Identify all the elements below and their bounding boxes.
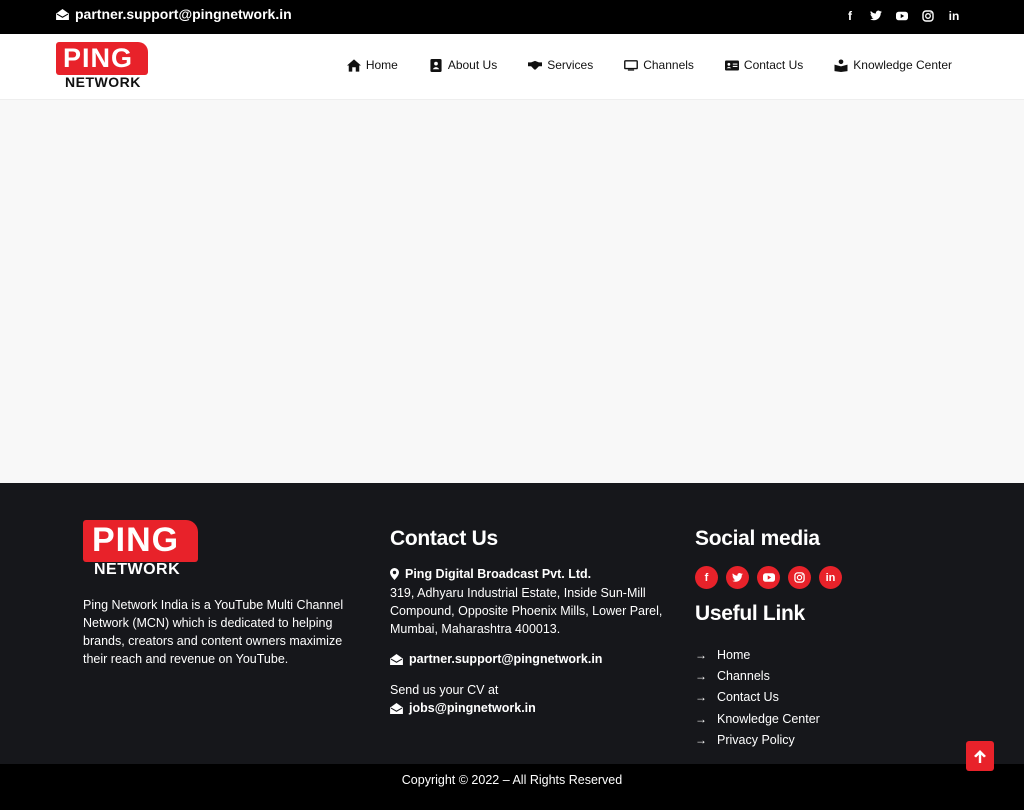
footer-social-icons: f in bbox=[695, 566, 842, 589]
contact-us-heading: Contact Us bbox=[390, 527, 498, 550]
envelope-open-icon bbox=[390, 653, 403, 665]
envelope-open-icon bbox=[56, 8, 69, 20]
nav-item-channels[interactable]: Channels bbox=[624, 58, 694, 72]
nav-item-contact-us[interactable]: Contact Us bbox=[724, 58, 804, 72]
useful-link-home[interactable]: → Home bbox=[695, 644, 820, 665]
nav-item-knowledge-center[interactable]: Knowledge Center bbox=[834, 58, 952, 72]
useful-link-label: Channels bbox=[717, 668, 770, 683]
topbar-email-text: partner.support@pingnetwork.in bbox=[75, 6, 292, 22]
site-header: PING NETWORK Home About Us Services Chan… bbox=[0, 34, 1024, 100]
tv-icon bbox=[624, 59, 639, 71]
useful-link-label: Knowledge Center bbox=[717, 711, 820, 726]
linkedin-icon[interactable]: in bbox=[948, 9, 960, 23]
topbar-socials: f in bbox=[844, 9, 960, 23]
contact-company-text: Ping Digital Broadcast Pvt. Ltd. bbox=[405, 567, 592, 581]
cv-email-text: jobs@pingnetwork.in bbox=[409, 701, 536, 715]
useful-link-label: Privacy Policy bbox=[717, 732, 795, 747]
facebook-icon[interactable]: f bbox=[695, 566, 718, 589]
contact-company: Ping Digital Broadcast Pvt. Ltd. bbox=[390, 567, 591, 581]
id-card-icon bbox=[724, 59, 739, 71]
youtube-icon[interactable] bbox=[757, 566, 780, 589]
useful-links: → Home → Channels → Contact Us → Knowledge C… bbox=[695, 644, 820, 750]
footer-logo[interactable]: PING NETWORK bbox=[83, 520, 198, 578]
book-reader-icon bbox=[834, 58, 848, 72]
address-book-icon bbox=[430, 58, 442, 72]
logo-network-text: NETWORK bbox=[94, 561, 181, 578]
nav-item-label: About Us bbox=[447, 58, 498, 72]
nav-item-label: Channels bbox=[643, 58, 694, 72]
home-icon bbox=[346, 58, 361, 72]
arrow-right-icon: → bbox=[695, 668, 707, 683]
useful-link-contact-us[interactable]: → Contact Us bbox=[695, 687, 820, 708]
scroll-to-top-button[interactable] bbox=[966, 741, 994, 771]
nav-item-label: Contact Us bbox=[743, 58, 804, 72]
arrow-up-icon bbox=[974, 749, 986, 763]
useful-link-privacy-policy[interactable]: → Privacy Policy bbox=[695, 729, 820, 750]
arrow-right-icon: → bbox=[695, 711, 707, 726]
twitter-icon[interactable] bbox=[726, 566, 749, 589]
nav-item-label: Home bbox=[365, 58, 398, 72]
envelope-open-icon bbox=[390, 702, 403, 714]
map-marker-icon bbox=[390, 568, 399, 580]
ping-network-logo[interactable]: PING NETWORK bbox=[56, 42, 148, 90]
arrow-right-icon: → bbox=[695, 690, 707, 705]
nav-item-services[interactable]: Services bbox=[528, 58, 593, 72]
logo-ping-text: PING bbox=[92, 521, 180, 559]
main-content bbox=[0, 100, 1024, 483]
site-footer: PING NETWORK Ping Network India is a You… bbox=[0, 483, 1024, 764]
facebook-icon[interactable]: f bbox=[844, 9, 856, 23]
useful-link-knowledge-center[interactable]: → Knowledge Center bbox=[695, 708, 820, 729]
twitter-icon[interactable] bbox=[870, 9, 882, 22]
top-bar: partner.support@pingnetwork.in f in bbox=[0, 0, 1024, 34]
contact-address: 319, Adhyaru Industrial Estate, Inside S… bbox=[390, 586, 663, 636]
logo-ping-text: PING bbox=[63, 43, 134, 73]
nav-item-about-us[interactable]: About Us bbox=[429, 58, 497, 72]
useful-link-heading: Useful Link bbox=[695, 602, 805, 625]
linkedin-icon[interactable]: in bbox=[819, 566, 842, 589]
topbar-email[interactable]: partner.support@pingnetwork.in bbox=[56, 6, 292, 22]
instagram-icon[interactable] bbox=[922, 9, 934, 22]
footer-about-text: Ping Network India is a YouTube Multi Ch… bbox=[83, 598, 344, 666]
useful-link-label: Contact Us bbox=[717, 690, 779, 705]
cv-label: Send us your CV at bbox=[390, 683, 499, 697]
cv-email[interactable]: jobs@pingnetwork.in bbox=[390, 701, 536, 715]
arrow-right-icon: → bbox=[695, 732, 707, 747]
main-nav: Home About Us Services Channels Contact … bbox=[316, 58, 952, 72]
nav-item-label: Services bbox=[547, 58, 594, 72]
youtube-icon[interactable] bbox=[896, 9, 908, 22]
useful-link-channels[interactable]: → Channels bbox=[695, 665, 820, 686]
copyright-bar: Copyright © 2022 – All Rights Reserved bbox=[0, 764, 1024, 810]
handshake-icon bbox=[528, 60, 543, 70]
instagram-icon[interactable] bbox=[788, 566, 811, 589]
contact-email-text: partner.support@pingnetwork.in bbox=[409, 652, 603, 666]
social-media-heading: Social media bbox=[695, 527, 820, 550]
nav-item-home[interactable]: Home bbox=[346, 58, 398, 72]
logo-network-text: NETWORK bbox=[65, 74, 141, 90]
contact-email[interactable]: partner.support@pingnetwork.in bbox=[390, 652, 602, 666]
arrow-right-icon: → bbox=[695, 647, 707, 662]
nav-item-label: Knowledge Center bbox=[853, 58, 952, 72]
copyright-text: Copyright © 2022 – All Rights Reserved bbox=[401, 773, 623, 787]
useful-link-label: Home bbox=[717, 647, 751, 662]
